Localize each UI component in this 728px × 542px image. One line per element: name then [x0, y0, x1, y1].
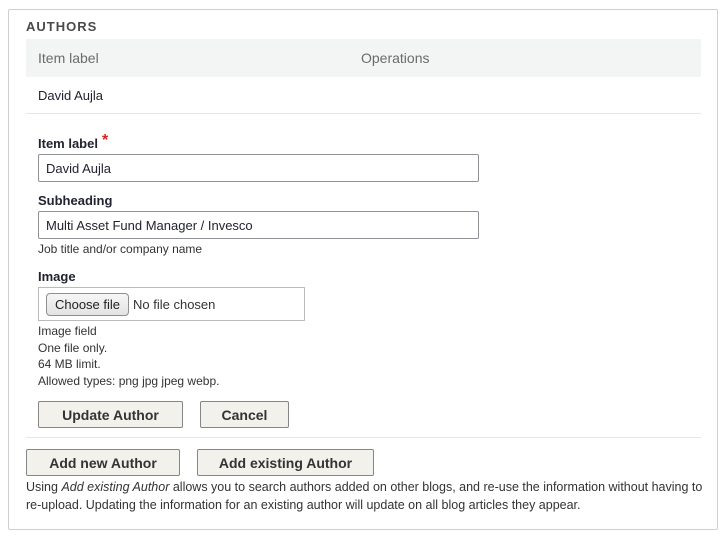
add-new-author-button[interactable]: Add new Author — [26, 449, 180, 476]
column-header-operations: Operations — [361, 50, 430, 66]
item-label-text: Item label — [38, 136, 98, 151]
divider — [26, 437, 701, 438]
table-header: Item label Operations — [26, 39, 701, 77]
authors-legend: AUTHORS — [26, 19, 98, 34]
file-status: No file chosen — [133, 297, 216, 312]
image-description-types: Allowed types: png jpg jpeg webp. — [38, 373, 220, 388]
image-description-type: Image field — [38, 324, 97, 338]
image-description-count: One file only. — [38, 340, 108, 355]
help-text: Using Add existing Author allows you to … — [26, 479, 706, 514]
required-marker: * — [101, 132, 109, 149]
cancel-button[interactable]: Cancel — [200, 401, 289, 428]
column-header-item-label: Item label — [38, 50, 99, 66]
update-author-button[interactable]: Update Author — [38, 401, 183, 428]
image-label: Image — [38, 269, 76, 284]
subheading-input[interactable] — [38, 211, 479, 239]
table-cell-item-label: David Aujla — [38, 88, 104, 103]
table-row: David Aujla — [26, 77, 701, 114]
help-text-emphasis: Add existing Author — [61, 480, 170, 494]
subheading-label: Subheading — [38, 193, 113, 208]
subheading-description: Job title and/or company name — [38, 242, 203, 256]
item-label-label: Item label * — [38, 132, 109, 153]
add-existing-author-button[interactable]: Add existing Author — [197, 449, 374, 476]
help-text-prefix: Using — [26, 480, 62, 494]
image-file-field: Choose file No file chosen — [38, 287, 305, 321]
choose-file-button[interactable]: Choose file — [46, 293, 129, 316]
item-label-input[interactable] — [38, 154, 479, 182]
image-description-size: 64 MB limit. — [38, 357, 101, 371]
